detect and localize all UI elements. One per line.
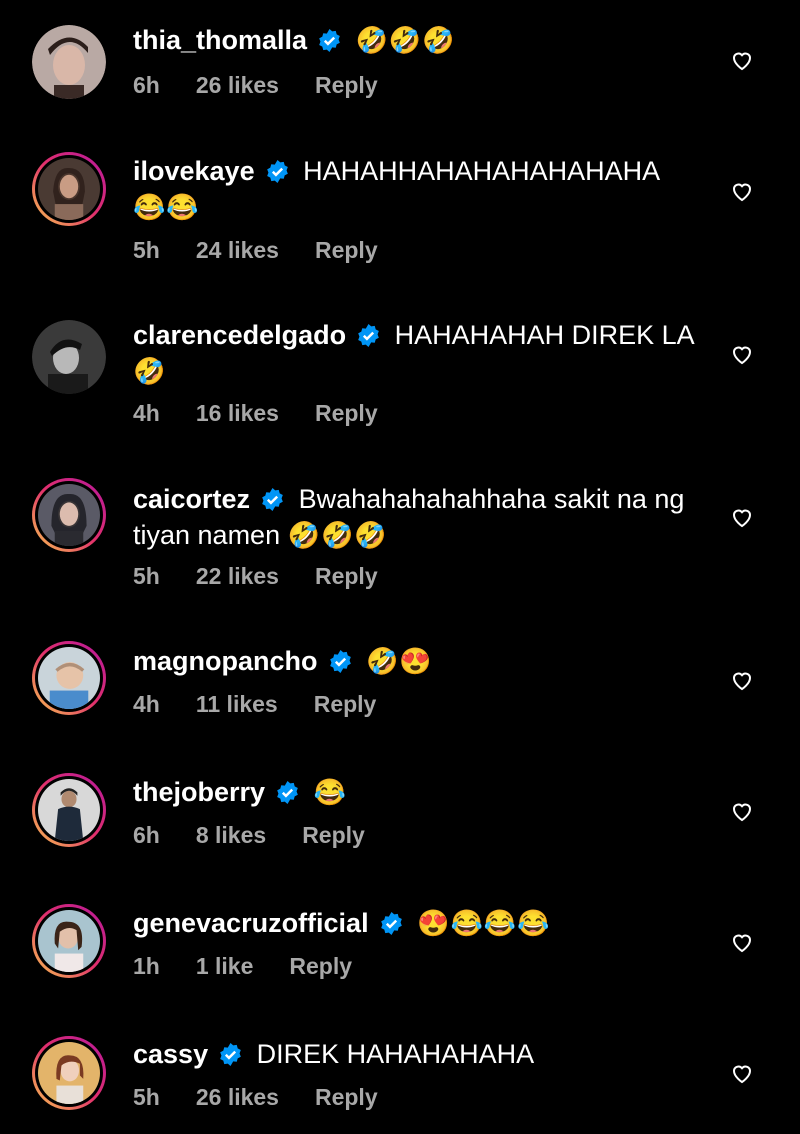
- username[interactable]: cassy: [133, 1039, 208, 1069]
- verified-icon: [262, 488, 283, 511]
- avatar[interactable]: [32, 904, 106, 978]
- comment-body: HAHAHHAHAHAHAHAHAHA: [303, 156, 661, 186]
- heart-icon[interactable]: [730, 1061, 754, 1085]
- timestamp: 6h: [133, 822, 160, 848]
- reply-button[interactable]: Reply: [315, 400, 378, 426]
- likes-count[interactable]: 16 likes: [196, 400, 279, 426]
- avatar[interactable]: [32, 641, 106, 715]
- timestamp: 1h: [133, 953, 160, 979]
- avatar[interactable]: [32, 320, 106, 394]
- comment-meta: 1h 1 like Reply: [133, 953, 388, 980]
- username[interactable]: thia_thomalla: [133, 25, 307, 55]
- timestamp: 6h: [133, 72, 160, 98]
- verified-icon: [220, 1043, 241, 1066]
- emoji-text: 😍😂😂😂: [417, 908, 551, 938]
- comment-body: HAHAHAHAH DIREK LA: [394, 320, 695, 350]
- likes-count[interactable]: 11 likes: [196, 691, 278, 717]
- timestamp: 5h: [133, 1084, 160, 1110]
- heart-icon[interactable]: [730, 799, 754, 823]
- emoji-text: 🤣🤣🤣: [355, 25, 456, 55]
- avatar[interactable]: [32, 478, 106, 552]
- emoji-text: 😂😂: [133, 192, 200, 222]
- comment-text: thejoberry 😂: [133, 774, 703, 810]
- reply-button[interactable]: Reply: [315, 72, 378, 98]
- emoji-text: 🤣: [133, 356, 167, 386]
- comment-text: cassy DIREK HAHAHAHAHA: [133, 1036, 703, 1072]
- emoji-text: 🤣😍: [366, 646, 433, 676]
- heart-icon[interactable]: [730, 179, 754, 203]
- comment-text: thia_thomalla 🤣🤣🤣: [133, 22, 703, 58]
- timestamp: 4h: [133, 691, 160, 717]
- comment-meta: 6h 26 likes Reply: [133, 72, 414, 99]
- comment-meta: 5h 26 likes Reply: [133, 1084, 414, 1111]
- comment-text: caicortez Bwahahahahahhaha sakit na ng t…: [133, 481, 703, 553]
- verified-icon: [380, 912, 402, 935]
- reply-button[interactable]: Reply: [314, 691, 377, 717]
- username[interactable]: thejoberry: [133, 777, 265, 807]
- likes-count[interactable]: 26 likes: [196, 72, 279, 98]
- timestamp: 5h: [133, 563, 160, 589]
- verified-icon: [358, 324, 379, 347]
- likes-count[interactable]: 26 likes: [196, 1084, 279, 1110]
- comment-text: clarencedelgado HAHAHAHAH DIREK LA 🤣: [133, 317, 703, 389]
- reply-button[interactable]: Reply: [315, 563, 378, 589]
- likes-count[interactable]: 22 likes: [196, 563, 279, 589]
- avatar[interactable]: [32, 773, 106, 847]
- verified-icon: [319, 29, 340, 52]
- reply-button[interactable]: Reply: [289, 953, 352, 979]
- comment-text: genevacruzofficial 😍😂😂😂: [133, 905, 703, 941]
- heart-icon[interactable]: [730, 668, 754, 692]
- reply-button[interactable]: Reply: [315, 237, 378, 263]
- comment-text: ilovekaye HAHAHHAHAHAHAHAHAHA 😂😂: [133, 153, 703, 225]
- verified-icon: [329, 650, 351, 673]
- comment-body: DIREK HAHAHAHAHA: [256, 1039, 535, 1069]
- timestamp: 5h: [133, 237, 160, 263]
- likes-count[interactable]: 24 likes: [196, 237, 279, 263]
- heart-icon[interactable]: [730, 930, 754, 954]
- comment-meta: 5h 22 likes Reply: [133, 563, 414, 590]
- comment-meta: 4h 11 likes Reply: [133, 691, 412, 718]
- avatar[interactable]: [32, 152, 106, 226]
- comment-text: magnopancho 🤣😍: [133, 643, 703, 679]
- username[interactable]: genevacruzofficial: [133, 908, 369, 938]
- verified-icon: [277, 781, 298, 804]
- timestamp: 4h: [133, 400, 160, 426]
- emoji-text: 😂: [313, 777, 347, 807]
- avatar[interactable]: [32, 1036, 106, 1110]
- heart-icon[interactable]: [730, 48, 754, 72]
- username[interactable]: ilovekaye: [133, 156, 255, 186]
- likes-count[interactable]: 8 likes: [196, 822, 266, 848]
- likes-count[interactable]: 1 like: [196, 953, 254, 979]
- username[interactable]: magnopancho: [133, 646, 318, 676]
- verified-icon: [266, 160, 288, 183]
- avatar[interactable]: [32, 25, 106, 99]
- heart-icon[interactable]: [730, 342, 754, 366]
- comment-meta: 5h 24 likes Reply: [133, 237, 414, 264]
- emoji-text: 🤣🤣🤣: [287, 520, 388, 550]
- reply-button[interactable]: Reply: [315, 1084, 378, 1110]
- comment-meta: 4h 16 likes Reply: [133, 400, 414, 427]
- username[interactable]: clarencedelgado: [133, 320, 346, 350]
- comment-meta: 6h 8 likes Reply: [133, 822, 401, 849]
- username[interactable]: caicortez: [133, 484, 250, 514]
- heart-icon[interactable]: [730, 505, 754, 529]
- reply-button[interactable]: Reply: [302, 822, 365, 848]
